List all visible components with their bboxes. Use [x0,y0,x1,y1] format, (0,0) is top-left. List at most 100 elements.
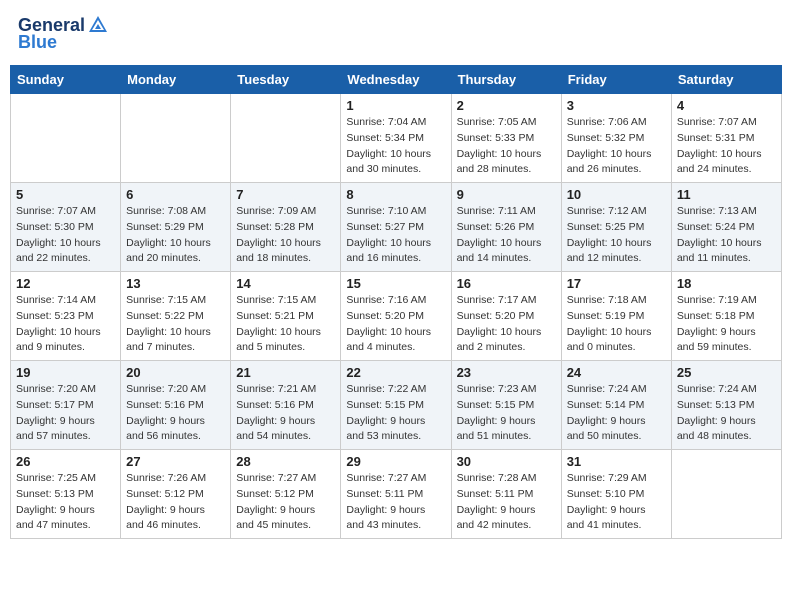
day-number: 25 [677,365,776,380]
day-number: 12 [16,276,115,291]
calendar-cell: 19 Sunrise: 7:20 AMSunset: 5:17 PMDayligh… [11,361,121,450]
calendar-cell: 6 Sunrise: 7:08 AMSunset: 5:29 PMDaylight… [121,183,231,272]
calendar-cell: 29 Sunrise: 7:27 AMSunset: 5:11 PMDayligh… [341,450,451,539]
day-info: Sunrise: 7:16 AMSunset: 5:20 PMDaylight:… [346,293,445,356]
calendar-cell: 17 Sunrise: 7:18 AMSunset: 5:19 PMDayligh… [561,272,671,361]
calendar-cell: 26 Sunrise: 7:25 AMSunset: 5:13 PMDayligh… [11,450,121,539]
calendar-cell [671,450,781,539]
calendar-cell [11,94,121,183]
calendar-cell: 1 Sunrise: 7:04 AMSunset: 5:34 PMDaylight… [341,94,451,183]
day-info: Sunrise: 7:15 AMSunset: 5:22 PMDaylight:… [126,293,225,356]
calendar-week-5: 26 Sunrise: 7:25 AMSunset: 5:13 PMDayligh… [11,450,782,539]
day-number: 8 [346,187,445,202]
day-number: 6 [126,187,225,202]
day-number: 20 [126,365,225,380]
day-number: 14 [236,276,335,291]
day-number: 2 [457,98,556,113]
day-number: 9 [457,187,556,202]
day-number: 26 [16,454,115,469]
day-info: Sunrise: 7:14 AMSunset: 5:23 PMDaylight:… [16,293,115,356]
day-info: Sunrise: 7:25 AMSunset: 5:13 PMDaylight:… [16,471,115,534]
calendar-cell: 4 Sunrise: 7:07 AMSunset: 5:31 PMDaylight… [671,94,781,183]
calendar-cell: 18 Sunrise: 7:19 AMSunset: 5:18 PMDayligh… [671,272,781,361]
day-info: Sunrise: 7:06 AMSunset: 5:32 PMDaylight:… [567,115,666,178]
day-info: Sunrise: 7:23 AMSunset: 5:15 PMDaylight:… [457,382,556,445]
calendar-cell: 22 Sunrise: 7:22 AMSunset: 5:15 PMDayligh… [341,361,451,450]
day-number: 1 [346,98,445,113]
calendar-cell: 27Sunrise: 7:26 AMSunset: 5:12 PMDayligh… [121,450,231,539]
calendar-cell: 25 Sunrise: 7:24 AMSunset: 5:13 PMDayligh… [671,361,781,450]
day-info: Sunrise: 7:29 AMSunset: 5:10 PMDaylight:… [567,471,666,534]
calendar-cell [121,94,231,183]
day-info: Sunrise: 7:20 AMSunset: 5:16 PMDaylight:… [126,382,225,445]
calendar-cell: 28Sunrise: 7:27 AMSunset: 5:12 PMDayligh… [231,450,341,539]
day-info: Sunrise: 7:13 AMSunset: 5:24 PMDaylight:… [677,204,776,267]
day-info: Sunrise: 7:07 AMSunset: 5:30 PMDaylight:… [16,204,115,267]
calendar-cell: 15Sunrise: 7:16 AMSunset: 5:20 PMDayligh… [341,272,451,361]
day-number: 19 [16,365,115,380]
day-info: Sunrise: 7:22 AMSunset: 5:15 PMDaylight:… [346,382,445,445]
day-number: 10 [567,187,666,202]
day-info: Sunrise: 7:04 AMSunset: 5:34 PMDaylight:… [346,115,445,178]
calendar-cell [231,94,341,183]
day-info: Sunrise: 7:08 AMSunset: 5:29 PMDaylight:… [126,204,225,267]
calendar-cell: 31 Sunrise: 7:29 AMSunset: 5:10 PMDayligh… [561,450,671,539]
calendar-week-2: 5 Sunrise: 7:07 AMSunset: 5:30 PMDaylight… [11,183,782,272]
weekday-header-sunday: Sunday [11,66,121,94]
day-number: 16 [457,276,556,291]
calendar-cell: 16 Sunrise: 7:17 AMSunset: 5:20 PMDayligh… [451,272,561,361]
day-number: 3 [567,98,666,113]
logo-icon [87,14,109,36]
day-info: Sunrise: 7:07 AMSunset: 5:31 PMDaylight:… [677,115,776,178]
day-info: Sunrise: 7:11 AMSunset: 5:26 PMDaylight:… [457,204,556,267]
logo: General Blue [18,14,109,53]
day-number: 4 [677,98,776,113]
calendar-table: SundayMondayTuesdayWednesdayThursdayFrid… [10,65,782,539]
day-info: Sunrise: 7:15 AMSunset: 5:21 PMDaylight:… [236,293,335,356]
weekday-header-monday: Monday [121,66,231,94]
calendar-cell: 12 Sunrise: 7:14 AMSunset: 5:23 PMDayligh… [11,272,121,361]
day-number: 11 [677,187,776,202]
weekday-header-wednesday: Wednesday [341,66,451,94]
day-number: 29 [346,454,445,469]
day-info: Sunrise: 7:19 AMSunset: 5:18 PMDaylight:… [677,293,776,356]
calendar-cell: 21Sunrise: 7:21 AMSunset: 5:16 PMDayligh… [231,361,341,450]
calendar-cell: 5 Sunrise: 7:07 AMSunset: 5:30 PMDaylight… [11,183,121,272]
day-info: Sunrise: 7:09 AMSunset: 5:28 PMDaylight:… [236,204,335,267]
day-number: 18 [677,276,776,291]
day-number: 28 [236,454,335,469]
day-number: 22 [346,365,445,380]
day-number: 5 [16,187,115,202]
day-info: Sunrise: 7:05 AMSunset: 5:33 PMDaylight:… [457,115,556,178]
day-info: Sunrise: 7:24 AMSunset: 5:13 PMDaylight:… [677,382,776,445]
weekday-header-tuesday: Tuesday [231,66,341,94]
day-info: Sunrise: 7:12 AMSunset: 5:25 PMDaylight:… [567,204,666,267]
calendar-cell: 7 Sunrise: 7:09 AMSunset: 5:28 PMDaylight… [231,183,341,272]
day-info: Sunrise: 7:21 AMSunset: 5:16 PMDaylight:… [236,382,335,445]
calendar-week-3: 12 Sunrise: 7:14 AMSunset: 5:23 PMDayligh… [11,272,782,361]
weekday-header-friday: Friday [561,66,671,94]
day-number: 23 [457,365,556,380]
calendar-cell: 8Sunrise: 7:10 AMSunset: 5:27 PMDaylight… [341,183,451,272]
calendar-cell: 30 Sunrise: 7:28 AMSunset: 5:11 PMDayligh… [451,450,561,539]
weekday-header-saturday: Saturday [671,66,781,94]
day-number: 7 [236,187,335,202]
calendar-cell: 11 Sunrise: 7:13 AMSunset: 5:24 PMDayligh… [671,183,781,272]
calendar-cell: 23 Sunrise: 7:23 AMSunset: 5:15 PMDayligh… [451,361,561,450]
day-number: 30 [457,454,556,469]
calendar-cell: 20 Sunrise: 7:20 AMSunset: 5:16 PMDayligh… [121,361,231,450]
day-info: Sunrise: 7:18 AMSunset: 5:19 PMDaylight:… [567,293,666,356]
day-info: Sunrise: 7:17 AMSunset: 5:20 PMDaylight:… [457,293,556,356]
day-number: 27 [126,454,225,469]
calendar-week-4: 19 Sunrise: 7:20 AMSunset: 5:17 PMDayligh… [11,361,782,450]
day-number: 17 [567,276,666,291]
logo-blue-text: Blue [18,32,57,53]
calendar-cell: 2 Sunrise: 7:05 AMSunset: 5:33 PMDaylight… [451,94,561,183]
day-info: Sunrise: 7:27 AMSunset: 5:11 PMDaylight:… [346,471,445,534]
calendar-header-row: SundayMondayTuesdayWednesdayThursdayFrid… [11,66,782,94]
calendar-cell: 14 Sunrise: 7:15 AMSunset: 5:21 PMDayligh… [231,272,341,361]
day-info: Sunrise: 7:28 AMSunset: 5:11 PMDaylight:… [457,471,556,534]
day-number: 31 [567,454,666,469]
day-info: Sunrise: 7:20 AMSunset: 5:17 PMDaylight:… [16,382,115,445]
weekday-header-thursday: Thursday [451,66,561,94]
